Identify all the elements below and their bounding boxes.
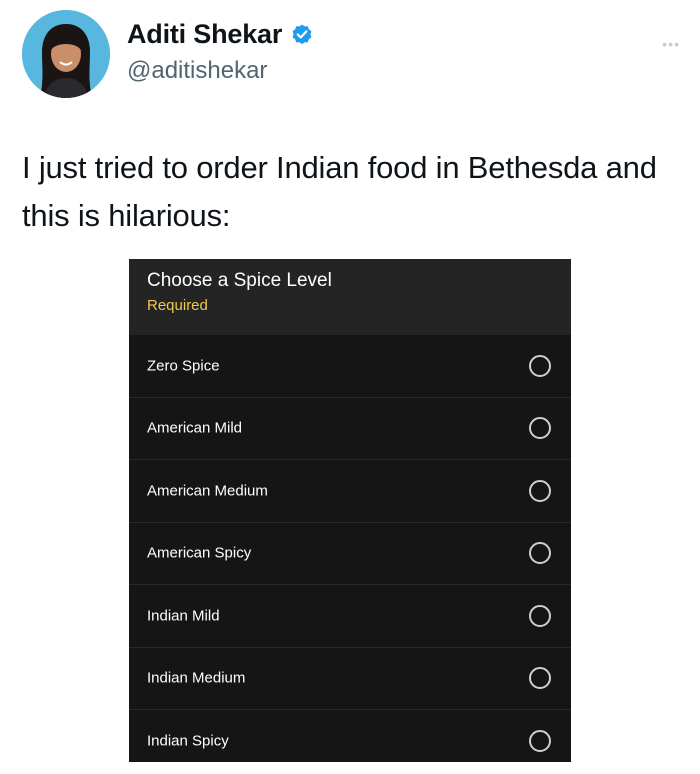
- menu-header: Choose a Spice Level Required: [129, 259, 571, 335]
- option-indian-spicy[interactable]: Indian Spicy: [129, 710, 571, 762]
- radio-button[interactable]: [529, 604, 551, 627]
- tweet-header: Aditi Shekar @aditishekar •••: [22, 10, 682, 100]
- option-american-spicy[interactable]: American Spicy: [129, 523, 571, 585]
- option-label: Zero Spice: [147, 357, 220, 375]
- option-label: American Spicy: [147, 544, 252, 562]
- option-indian-mild[interactable]: Indian Mild: [129, 585, 571, 648]
- radio-button[interactable]: [529, 542, 551, 565]
- author-name-row: Aditi Shekar: [127, 19, 314, 50]
- option-label: Indian Mild: [147, 607, 220, 625]
- option-label: Indian Spicy: [147, 732, 229, 750]
- radio-button[interactable]: [529, 417, 551, 440]
- radio-button[interactable]: [529, 729, 551, 752]
- radio-button[interactable]: [529, 354, 551, 377]
- option-label: American Medium: [147, 482, 268, 500]
- option-label: Indian Medium: [147, 669, 246, 687]
- menu-title: Choose a Spice Level: [147, 270, 332, 291]
- spice-level-menu: Choose a Spice Level Required Zero Spice…: [129, 259, 571, 762]
- author-display-name[interactable]: Aditi Shekar: [127, 19, 282, 50]
- option-zero-spice[interactable]: Zero Spice: [129, 335, 571, 398]
- radio-button[interactable]: [529, 667, 551, 690]
- avatar-image: [22, 10, 110, 98]
- option-american-mild[interactable]: American Mild: [129, 398, 571, 460]
- author-handle[interactable]: @aditishekar: [127, 57, 267, 85]
- spice-options-list: Zero Spice American Mild American Medium…: [129, 335, 571, 762]
- tweet-text: I just tried to order Indian food in Bet…: [22, 150, 657, 233]
- more-options-icon[interactable]: •••: [662, 36, 680, 52]
- avatar[interactable]: [22, 10, 110, 98]
- verified-badge-icon: [292, 24, 312, 44]
- option-indian-medium[interactable]: Indian Medium: [129, 648, 571, 710]
- option-american-medium[interactable]: American Medium: [129, 460, 571, 523]
- radio-button[interactable]: [529, 479, 551, 502]
- required-label: Required: [147, 297, 208, 314]
- option-label: American Mild: [147, 419, 243, 437]
